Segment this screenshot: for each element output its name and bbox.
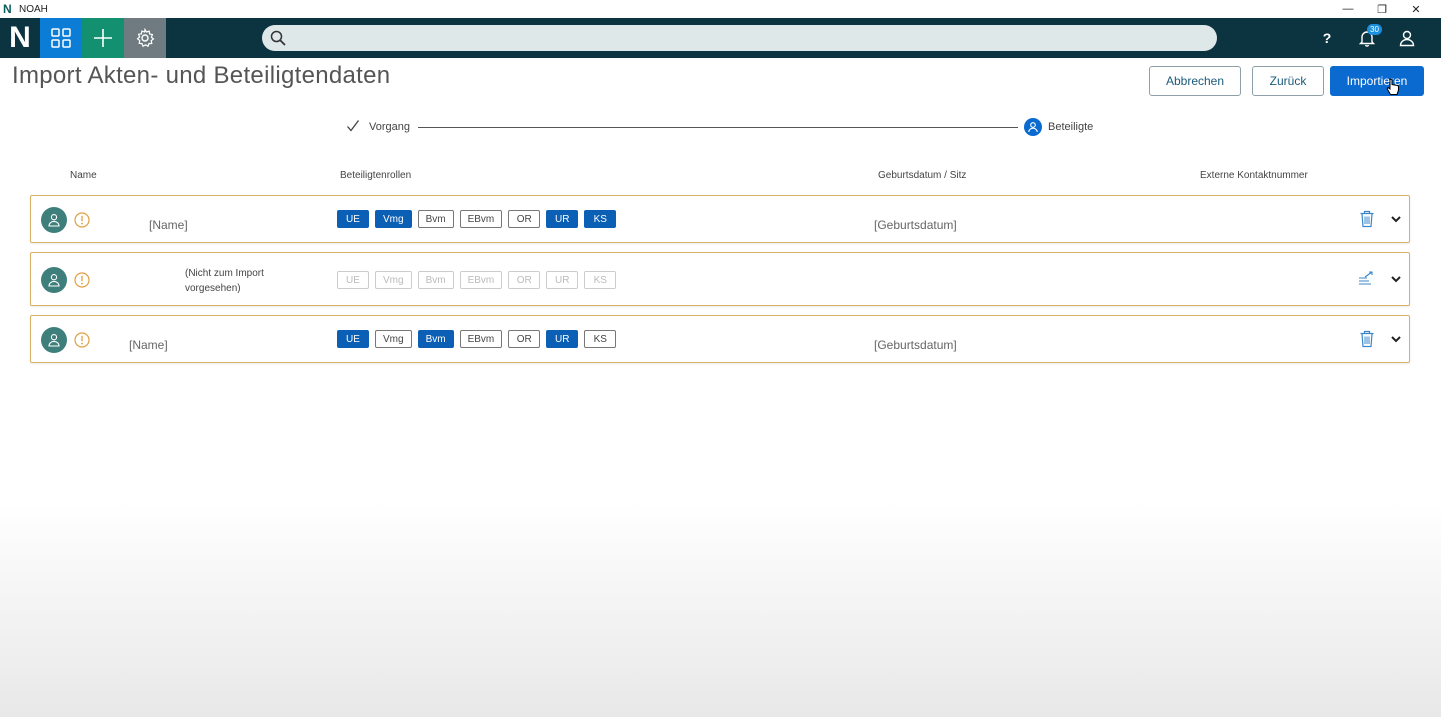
role-toggle-bvm: Bvm [417, 271, 454, 289]
avatar [41, 327, 67, 353]
back-button[interactable]: Zurück [1252, 66, 1324, 96]
swap-icon[interactable] [1357, 271, 1377, 285]
trash-icon[interactable] [1359, 330, 1375, 348]
warning-icon [74, 332, 90, 348]
participant-birthdate[interactable]: [Geburtsdatum] [874, 218, 957, 232]
restore-button[interactable]: ❐ [1365, 0, 1399, 18]
participant-row[interactable]: [Name] UE Vmg Bvm EBvm OR UR KS [Geburts… [30, 195, 1410, 243]
role-toggle-group: UE Vmg Bvm EBvm OR UR KS [337, 330, 617, 348]
step-vorgang[interactable]: Vorgang [369, 121, 410, 133]
warning-icon [74, 272, 90, 288]
role-toggle-ks: KS [584, 271, 617, 289]
role-toggle-ebvm[interactable]: EBvm [459, 210, 503, 228]
role-toggle-ks[interactable]: KS [584, 330, 617, 348]
column-header-external-contact: Externe Kontaktnummer [1200, 170, 1308, 181]
import-button[interactable]: Importieren [1330, 66, 1424, 96]
role-toggle-ue[interactable]: UE [337, 330, 369, 348]
participant-name[interactable]: [Name] [149, 218, 188, 232]
role-toggle-bvm[interactable]: Bvm [417, 330, 454, 348]
search-icon [270, 30, 286, 46]
grid-icon [51, 28, 71, 48]
settings-button[interactable] [124, 18, 166, 58]
search-bar[interactable] [262, 25, 1217, 51]
person-icon [48, 214, 60, 227]
app-header: N ? 30 [0, 18, 1441, 58]
role-toggle-ebvm: EBvm [459, 271, 503, 289]
avatar [41, 207, 67, 233]
window-titlebar: N NOAH — ❐ ✕ [0, 0, 1441, 18]
minimize-button[interactable]: — [1331, 0, 1365, 18]
role-toggle-ue: UE [337, 271, 369, 289]
stepper-connector [418, 127, 1018, 128]
close-button[interactable]: ✕ [1399, 0, 1433, 18]
header-actions: ? 30 [1307, 18, 1427, 58]
participants-step-icon [1024, 118, 1042, 136]
page-title: Import Akten- und Beteiligtendaten [12, 62, 391, 89]
plus-icon [94, 29, 112, 47]
role-toggle-ur[interactable]: UR [546, 330, 579, 348]
mouse-pointer-icon [1386, 78, 1399, 95]
participant-name[interactable]: [Name] [129, 338, 168, 352]
apps-grid-button[interactable] [40, 18, 82, 58]
role-toggle-bvm[interactable]: Bvm [417, 210, 454, 228]
import-stepper: Vorgang Beteiligte [346, 118, 1106, 138]
role-toggle-vmg: Vmg [375, 271, 412, 289]
role-toggle-or: OR [508, 271, 541, 289]
check-icon [347, 120, 360, 132]
role-toggle-group: UE Vmg Bvm EBvm OR UR KS [337, 271, 617, 289]
add-button[interactable] [82, 18, 124, 58]
role-toggle-vmg[interactable]: Vmg [375, 210, 412, 228]
help-button[interactable]: ? [1307, 18, 1347, 58]
step-beteiligte[interactable]: Beteiligte [1048, 121, 1093, 133]
participant-name: (Nicht zum Import vorgesehen) [185, 268, 264, 294]
people-icon [1028, 122, 1038, 133]
window-title: NOAH [19, 3, 48, 15]
participant-row[interactable]: [Name] UE Vmg Bvm EBvm OR UR KS [Geburts… [30, 315, 1410, 363]
brand-logo[interactable]: N [0, 18, 40, 58]
role-toggle-group: UE Vmg Bvm EBvm OR UR KS [337, 210, 617, 228]
person-icon [48, 274, 60, 287]
role-toggle-or[interactable]: OR [508, 330, 541, 348]
column-header-name: Name [70, 170, 97, 181]
trash-icon[interactable] [1359, 210, 1375, 228]
column-header-roles: Beteiligtenrollen [340, 170, 412, 181]
warning-icon [74, 212, 90, 228]
chevron-down-icon[interactable] [1389, 272, 1403, 286]
notifications-button[interactable]: 30 [1347, 18, 1387, 58]
role-toggle-ur: UR [546, 271, 579, 289]
chevron-down-icon[interactable] [1389, 332, 1403, 346]
window-controls: — ❐ ✕ [1331, 0, 1433, 18]
search-input[interactable] [292, 25, 1192, 51]
role-toggle-ebvm[interactable]: EBvm [459, 330, 503, 348]
role-toggle-vmg[interactable]: Vmg [375, 330, 412, 348]
notification-count-badge: 30 [1367, 24, 1382, 35]
column-header-birthdate: Geburtsdatum / Sitz [878, 170, 967, 181]
user-icon [1399, 30, 1415, 47]
gear-icon [136, 28, 155, 48]
user-button[interactable] [1387, 18, 1427, 58]
role-toggle-or[interactable]: OR [508, 210, 541, 228]
app-logo-icon: N [3, 2, 12, 16]
role-toggle-ue[interactable]: UE [337, 210, 369, 228]
cancel-button[interactable]: Abbrechen [1149, 66, 1241, 96]
role-toggle-ur[interactable]: UR [546, 210, 579, 228]
person-icon [48, 334, 60, 347]
role-toggle-ks[interactable]: KS [584, 210, 617, 228]
participant-birthdate[interactable]: [Geburtsdatum] [874, 338, 957, 352]
participant-row[interactable]: (Nicht zum Import vorgesehen) UE Vmg Bvm… [30, 252, 1410, 306]
chevron-down-icon[interactable] [1389, 212, 1403, 226]
avatar [41, 267, 67, 293]
